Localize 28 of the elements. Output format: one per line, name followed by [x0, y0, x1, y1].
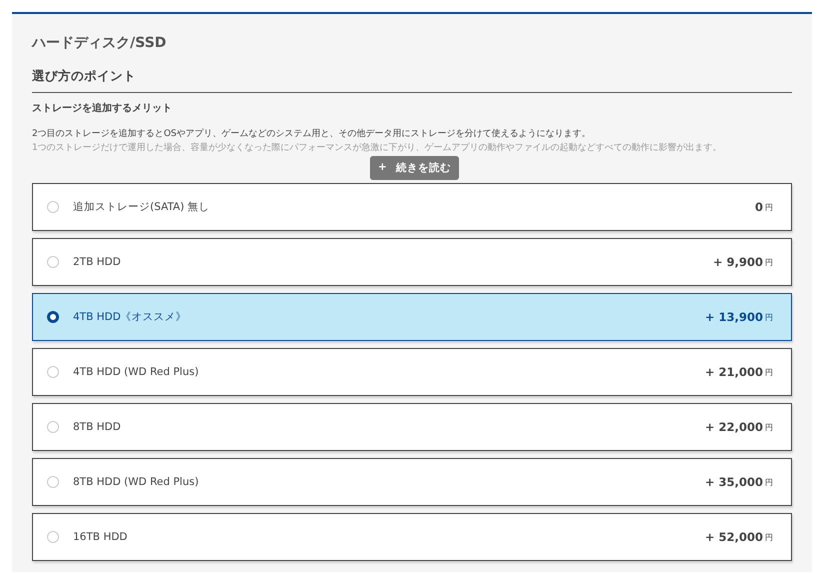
option-label: 16TB HDD: [73, 531, 128, 543]
currency-unit: 円: [765, 532, 773, 542]
option-price: + 35,000: [704, 475, 763, 489]
option-label: 4TB HDD《オススメ》: [73, 310, 188, 324]
currency-unit: 円: [765, 422, 773, 432]
option-price: + 52,000: [704, 530, 763, 544]
currency-unit: 円: [765, 256, 773, 268]
option-label: 8TB HDD: [73, 421, 122, 433]
radio-button[interactable]: [47, 311, 59, 323]
page-title: ハードディスク/SSD: [32, 34, 168, 52]
option-price: + 21,000: [704, 365, 763, 379]
option-price: + 9,900: [712, 255, 763, 269]
currency-unit: 円: [765, 202, 773, 212]
option-price: 0: [754, 200, 763, 214]
currency-unit: 円: [765, 366, 773, 378]
subheading: ストレージを追加するメリット: [32, 102, 173, 115]
description-text: 1つのストレージだけで運用した場合、容量が少なくなった際にパフォーマンスが急激に下がり、ゲームアプリの動作やファイルの起動などすべての動作に影響が出ます。: [32, 141, 723, 155]
option-label: 追加ストレージ(SATA) 無し: [73, 200, 211, 214]
option-price: + 13,900: [704, 310, 763, 324]
currency-unit: 円: [765, 476, 773, 488]
read-more-button[interactable]: + 続きを読む: [370, 156, 459, 180]
section-heading: 選び方のポイント: [32, 68, 792, 93]
option-label: 4TB HDD (WD Red Plus): [73, 366, 200, 378]
description-text: 2つ目のストレージを追加するとOSやアプリ、ゲームなどのシステム用と、その他データ用にストレージを分けて使えるようになります。: [32, 127, 592, 141]
currency-unit: 円: [765, 312, 773, 322]
option-label: 2TB HDD: [73, 256, 122, 268]
option-price: + 22,000: [704, 420, 763, 434]
option-label: 8TB HDD (WD Red Plus): [73, 476, 200, 488]
